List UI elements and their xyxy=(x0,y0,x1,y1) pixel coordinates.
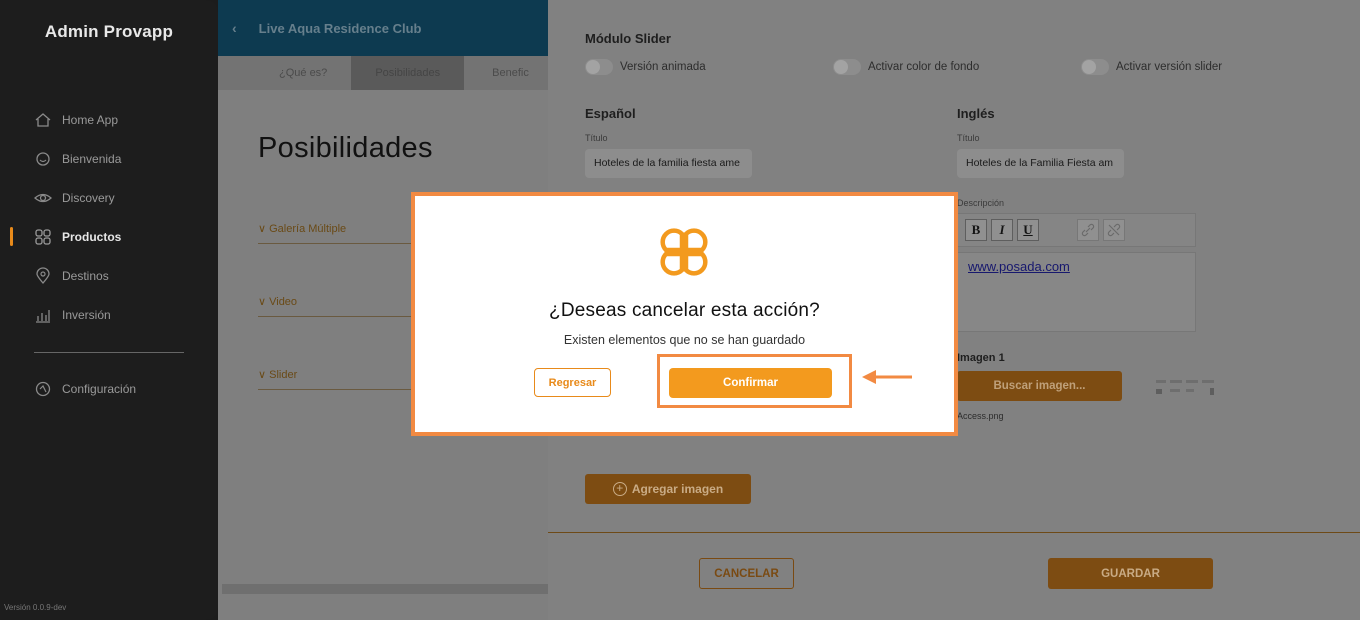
tab-que-es[interactable]: ¿Qué es? xyxy=(218,56,351,90)
chevron-down-icon: ∨ xyxy=(258,296,270,308)
editor-toolbar: B I U xyxy=(957,213,1196,247)
spanish-title-label: Título xyxy=(585,133,608,143)
sidebar-item-bienvenida[interactable]: Bienvenida xyxy=(0,139,218,178)
chart-icon xyxy=(36,309,50,323)
panel-divider xyxy=(548,532,1360,533)
sidebar-item-label: Discovery xyxy=(62,190,115,205)
english-title-label: Título xyxy=(957,133,980,143)
cancel-button[interactable]: CANCELAR xyxy=(699,558,794,589)
back-arrow-icon[interactable]: ‹ xyxy=(232,20,237,36)
save-button[interactable]: GUARDAR xyxy=(1048,558,1213,589)
pointer-arrow-icon xyxy=(862,370,912,384)
sidebar-item-label: Configuración xyxy=(62,381,137,396)
sidebar-item-configuracion[interactable]: Configuración xyxy=(0,369,218,408)
sidebar-item-discovery[interactable]: Discovery xyxy=(0,178,218,217)
description-editor[interactable]: www.posada.com xyxy=(957,252,1196,332)
description-link[interactable]: www.posada.com xyxy=(968,259,1070,274)
dialog-title: ¿Deseas cancelar esta acción? xyxy=(549,300,820,321)
toggle-switch[interactable] xyxy=(585,59,613,75)
sidebar-item-destinos[interactable]: Destinos xyxy=(0,256,218,295)
italic-button[interactable]: I xyxy=(991,219,1013,241)
accordion-label: Galería Múltiple xyxy=(269,223,347,235)
brand-title: Admin Provapp xyxy=(44,22,174,41)
tab-posibilidades[interactable]: Posibilidades xyxy=(351,56,465,90)
sidebar-item-label: Inversión xyxy=(62,307,111,322)
sidebar-item-productos[interactable]: Productos xyxy=(0,217,218,256)
confirm-button[interactable]: Confirmar xyxy=(669,368,832,398)
sidebar-item-home-app[interactable]: Home App xyxy=(0,100,218,139)
app-logo-icon xyxy=(660,228,708,276)
grid-icon xyxy=(35,228,51,245)
tab-beneficios[interactable]: Benefic xyxy=(464,56,553,90)
toggle-label: Versión animada xyxy=(620,61,706,73)
toggle-label: Activar color de fondo xyxy=(868,61,980,73)
spanish-title-input[interactable]: Hoteles de la familia fiesta ame xyxy=(585,149,752,178)
dialog-subtitle: Existen elementos que no se han guardado xyxy=(563,333,806,347)
english-title-input[interactable]: Hoteles de la Familia Fiesta am xyxy=(957,149,1124,178)
toggle-color-fondo[interactable]: Activar color de fondo xyxy=(833,59,979,75)
tab-bar: ¿Qué es? Posibilidades Benefic xyxy=(218,56,558,90)
plus-circle-icon: + xyxy=(612,482,627,496)
accordion-label: Slider xyxy=(269,369,298,381)
toggle-switch[interactable] xyxy=(833,59,861,75)
horizontal-scrollbar[interactable] xyxy=(222,584,558,594)
sidebar: Admin Provapp Home App Bienvenida Discov… xyxy=(0,0,218,620)
file-name: Access.png xyxy=(957,411,1004,421)
location-pin-icon xyxy=(36,266,50,284)
add-image-button[interactable]: + Agregar imagen xyxy=(585,474,751,504)
sidebar-divider xyxy=(34,352,184,353)
sidebar-item-label: Bienvenida xyxy=(62,151,122,166)
eye-icon xyxy=(34,193,52,202)
spanish-heading: Español xyxy=(585,106,636,121)
confirm-cancel-dialog: ¿Deseas cancelar esta acción? Existen el… xyxy=(411,192,958,436)
unlink-icon[interactable] xyxy=(1103,219,1125,241)
search-image-button[interactable]: Buscar imagen... xyxy=(957,371,1122,401)
image-label: Imagen 1 xyxy=(957,352,1005,364)
back-button[interactable]: Regresar xyxy=(534,368,611,397)
accordion-label: Video xyxy=(269,296,298,308)
toggle-version-animada[interactable]: Versión animada xyxy=(585,59,706,75)
version-label: Versión 0.0.9-dev xyxy=(4,603,67,612)
toggle-label: Activar versión slider xyxy=(1116,61,1223,73)
sidebar-item-label: Productos xyxy=(62,229,122,244)
toggle-switch[interactable] xyxy=(1081,59,1109,75)
sidebar-item-label: Home App xyxy=(62,112,119,127)
chevron-down-icon: ∨ xyxy=(258,369,270,381)
sidebar-nav: Home App Bienvenida Discovery Productos … xyxy=(0,100,218,408)
chevron-down-icon: ∨ xyxy=(258,223,270,235)
welcome-icon xyxy=(36,151,50,166)
page-title: Posibilidades xyxy=(258,132,433,164)
english-description-label: Descripción xyxy=(957,198,1005,208)
home-icon xyxy=(35,112,51,127)
panel-title: Módulo Slider xyxy=(585,31,671,46)
image-thumbnail xyxy=(1156,380,1214,395)
sidebar-item-inversion[interactable]: Inversión xyxy=(0,295,218,334)
toggle-version-slider[interactable]: Activar versión slider xyxy=(1081,59,1222,75)
link-icon[interactable] xyxy=(1077,219,1099,241)
bold-button[interactable]: B xyxy=(965,219,987,241)
add-image-label: Agregar imagen xyxy=(631,482,724,496)
sidebar-item-label: Destinos xyxy=(62,268,109,283)
underline-button[interactable]: U xyxy=(1017,219,1039,241)
page-header-title: Live Aqua Residence Club xyxy=(258,20,422,36)
settings-icon xyxy=(35,381,51,396)
page-header: ‹ Live Aqua Residence Club xyxy=(218,0,558,56)
english-heading: Inglés xyxy=(957,106,995,121)
